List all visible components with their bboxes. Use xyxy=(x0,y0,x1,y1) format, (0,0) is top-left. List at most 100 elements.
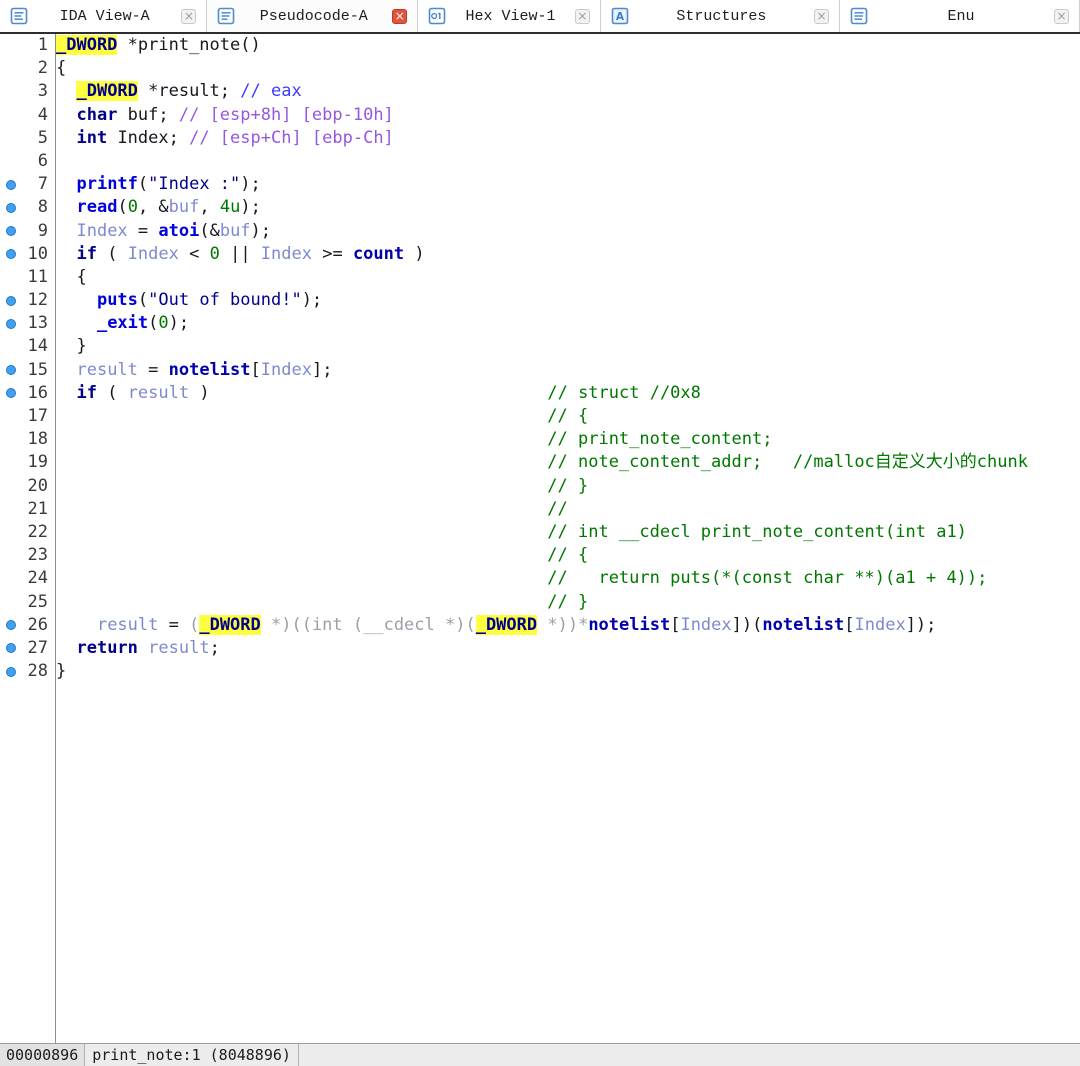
breakpoint-gutter[interactable] xyxy=(0,567,22,590)
line-number: 20 xyxy=(27,475,48,496)
code-token: result xyxy=(96,614,159,635)
code-line[interactable]: 8 read(0, &buf, 4u); xyxy=(0,196,1080,219)
code-line[interactable]: 5 int Index; // [esp+Ch] [ebp-Ch] xyxy=(0,127,1080,150)
breakpoint-gutter[interactable] xyxy=(0,335,22,358)
pseudocode-editor[interactable]: 1 _DWORD *print_note() 2{3 _DWORD *result;… xyxy=(0,34,1080,1043)
code-line[interactable]: 19 // note_content_addr; //malloc自定义大小的c… xyxy=(0,451,1080,474)
code-line[interactable]: 11 { xyxy=(0,266,1080,289)
breakpoint-gutter[interactable] xyxy=(0,34,22,57)
code-token: int xyxy=(76,127,108,148)
breakpoint-gutter[interactable] xyxy=(0,243,22,266)
breakpoint-gutter[interactable] xyxy=(0,312,22,335)
code-line[interactable]: 26 result = (_DWORD *)((int (__cdecl *)(… xyxy=(0,614,1080,637)
code-text: if ( result ) // struct //0x8 xyxy=(52,382,700,405)
code-line[interactable]: 12 puts("Out of bound!"); xyxy=(0,289,1080,312)
breakpoint-gutter[interactable] xyxy=(0,173,22,196)
tab-close-button[interactable]: × xyxy=(814,8,829,24)
tab-close-button[interactable]: × xyxy=(574,8,590,24)
tab-pseudocode-a[interactable]: Pseudocode-A × xyxy=(207,0,419,32)
code-token: result xyxy=(148,637,210,658)
code-token: } xyxy=(56,661,67,682)
breakpoint-gutter[interactable] xyxy=(0,475,22,498)
code-token: atoi xyxy=(158,220,200,241)
breakpoint-gutter[interactable] xyxy=(0,637,22,660)
breakpoint-gutter[interactable] xyxy=(0,405,22,428)
tab-close-button[interactable]: × xyxy=(392,8,408,24)
tab-enums[interactable]: Enu × xyxy=(840,0,1080,32)
code-line[interactable]: 2{ xyxy=(0,57,1080,80)
comment-padding xyxy=(56,545,547,565)
code-line[interactable]: 22 // int __cdecl print_note_content(int… xyxy=(0,521,1080,544)
breakpoint-gutter[interactable] xyxy=(0,428,22,451)
breakpoint-gutter[interactable] xyxy=(0,289,22,312)
breakpoint-gutter[interactable] xyxy=(0,382,22,405)
breakpoint-gutter[interactable] xyxy=(0,498,22,521)
breakpoint-gutter[interactable] xyxy=(0,521,22,544)
code-line[interactable]: 15 result = notelist[Index]; xyxy=(0,359,1080,382)
breakpoint-gutter[interactable] xyxy=(0,127,22,150)
code-token: ) xyxy=(404,243,425,264)
code-line[interactable]: 14 } xyxy=(0,335,1080,358)
code-comment: // int __cdecl print_note_content(int a1… xyxy=(547,521,967,542)
tab-structures[interactable]: A Structures × xyxy=(600,0,840,32)
breakpoint-gutter[interactable] xyxy=(0,359,22,382)
tab-close-button[interactable]: × xyxy=(1054,8,1069,24)
code-line[interactable]: 1 _DWORD *print_note() xyxy=(0,34,1080,57)
breakpoint-gutter[interactable] xyxy=(0,451,22,474)
code-line[interactable]: 7 printf("Index :"); xyxy=(0,173,1080,196)
comment-padding xyxy=(56,499,547,519)
code-token: [ xyxy=(844,614,855,635)
breakpoint-gutter[interactable] xyxy=(0,660,22,683)
code-lines: 1 _DWORD *print_note() 2{3 _DWORD *result;… xyxy=(0,34,1080,683)
breakpoint-gutter[interactable] xyxy=(0,196,22,219)
breakpoint-gutter[interactable] xyxy=(0,80,22,103)
code-token: Index xyxy=(680,614,732,635)
code-comment: // note_content_addr; //malloc自定义大小的chun… xyxy=(547,452,1028,473)
code-line[interactable]: 25 // } xyxy=(0,591,1080,614)
breakpoint-gutter[interactable] xyxy=(0,104,22,127)
status-location: print_note:1 (8048896) xyxy=(85,1044,299,1066)
code-token: ) xyxy=(189,382,210,403)
tab-hex-view-1[interactable]: Hex View-1 × xyxy=(418,0,601,32)
breakpoint-gutter[interactable] xyxy=(0,150,22,173)
breakpoint-gutter[interactable] xyxy=(0,591,22,614)
code-token: // eax xyxy=(240,81,302,102)
code-text: result = notelist[Index]; xyxy=(52,359,332,382)
code-text: // print_note_content; xyxy=(52,428,772,451)
code-line[interactable]: 21 // xyxy=(0,498,1080,521)
breakpoint-gutter[interactable] xyxy=(0,220,22,243)
code-line[interactable]: 9 Index = atoi(&buf); xyxy=(0,220,1080,243)
code-token: ( xyxy=(189,614,200,635)
code-line[interactable]: 18 // print_note_content; xyxy=(0,428,1080,451)
code-line[interactable]: 17 // { xyxy=(0,405,1080,428)
line-number: 13 xyxy=(27,313,48,334)
code-line[interactable]: 13 _exit(0); xyxy=(0,312,1080,335)
line-number: 23 xyxy=(27,545,48,566)
tab-ida-view-a[interactable]: IDA View-A × xyxy=(0,0,208,32)
code-line[interactable]: 27 return result; xyxy=(0,637,1080,660)
code-line[interactable]: 3 _DWORD *result; // eax xyxy=(0,80,1080,103)
breakpoint-gutter[interactable] xyxy=(0,266,22,289)
code-token: [ xyxy=(670,614,681,635)
code-token: Index xyxy=(260,359,312,380)
code-line[interactable]: 4 char buf; // [esp+8h] [ebp-10h] xyxy=(0,104,1080,127)
breakpoint-icon xyxy=(6,365,16,376)
code-line[interactable]: 24 // return puts(*(const char **)(a1 + … xyxy=(0,567,1080,590)
breakpoint-gutter[interactable] xyxy=(0,614,22,637)
code-line[interactable]: 6 xyxy=(0,150,1080,173)
tab-close-button[interactable]: × xyxy=(181,8,197,24)
code-line[interactable]: 20 // } xyxy=(0,475,1080,498)
breakpoint-gutter[interactable] xyxy=(0,544,22,567)
code-line[interactable]: 16 if ( result ) // struct //0x8 xyxy=(0,382,1080,405)
breakpoint-gutter[interactable] xyxy=(0,57,22,80)
highlighted-token: _DWORD xyxy=(199,614,261,635)
code-line[interactable]: 23 // { xyxy=(0,544,1080,567)
code-line[interactable]: 28} xyxy=(0,660,1080,683)
code-token: ); xyxy=(240,174,261,195)
svg-text:A: A xyxy=(616,11,625,23)
code-line[interactable]: 10 if ( Index < 0 || Index >= count ) xyxy=(0,243,1080,266)
code-comment: // xyxy=(547,498,568,519)
